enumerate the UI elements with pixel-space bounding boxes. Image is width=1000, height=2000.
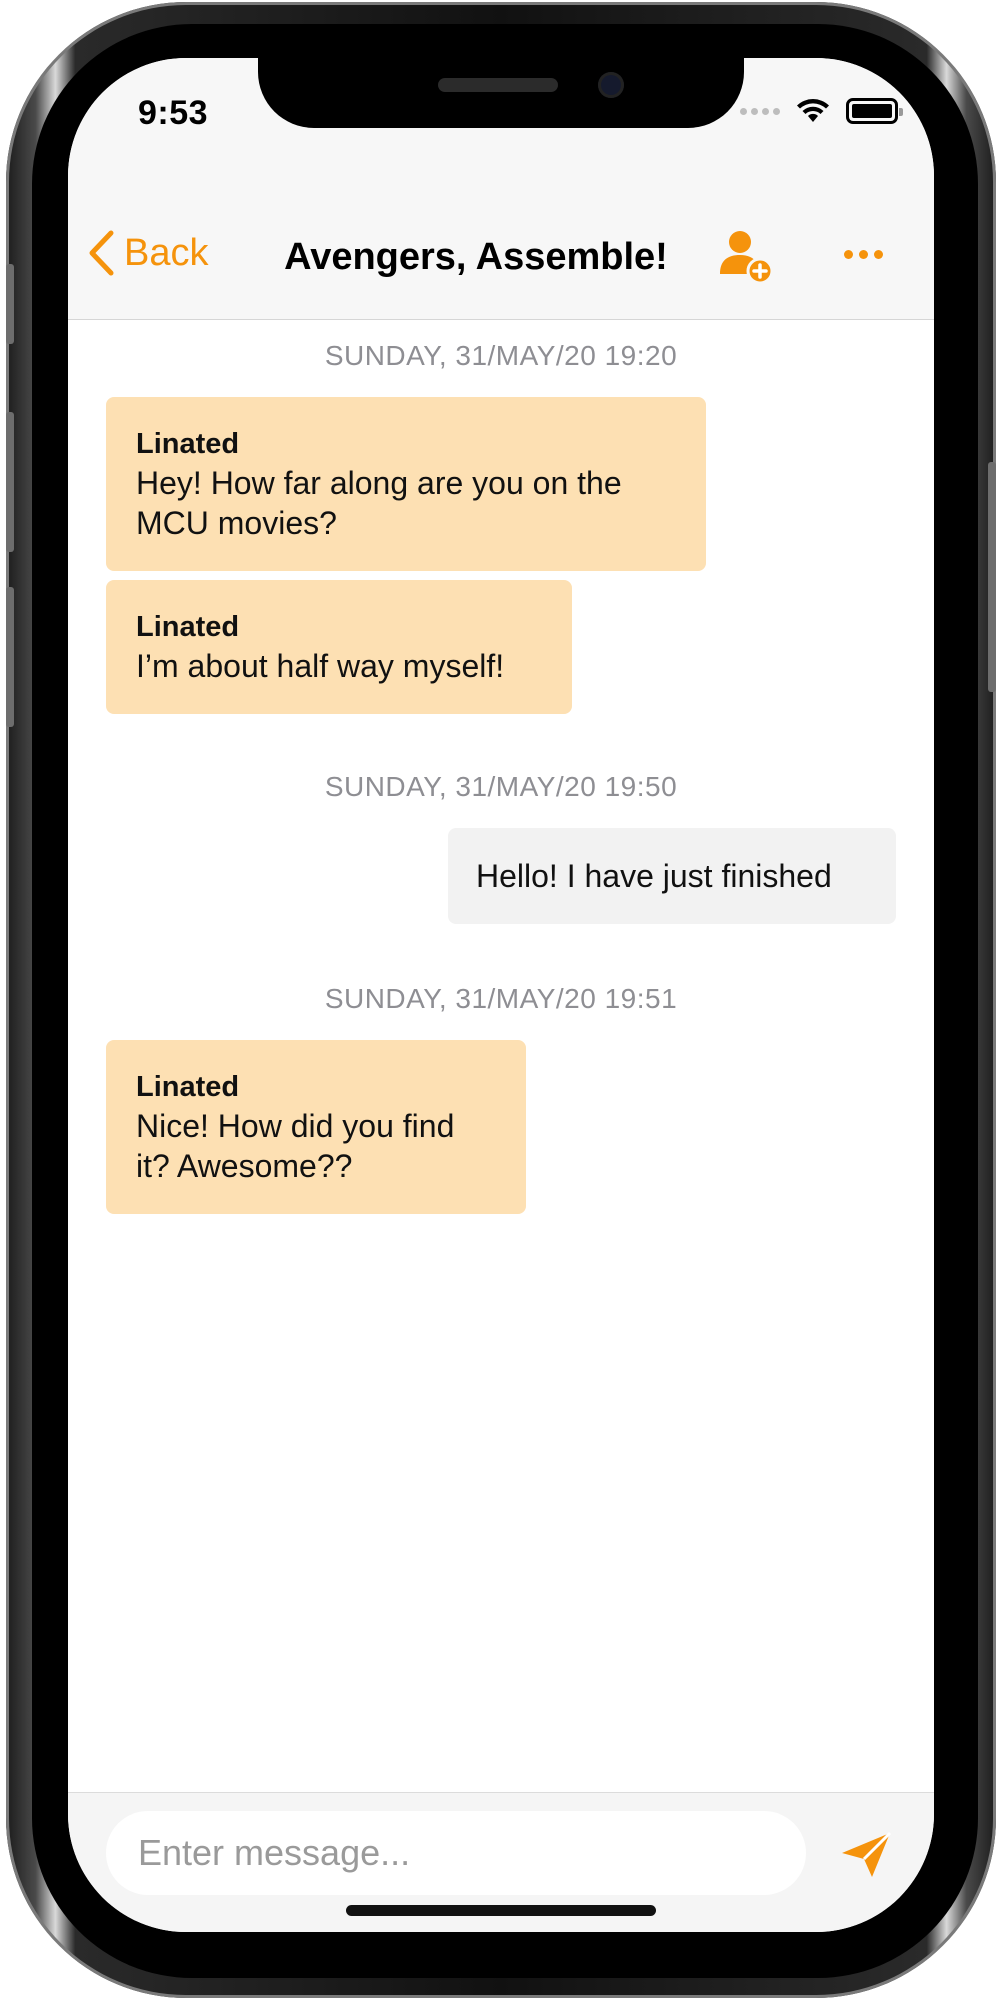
wifi-icon: [797, 99, 829, 122]
message-list[interactable]: SUNDAY, 31/MAY/20 19:20 Linated Hey! How…: [68, 320, 934, 1792]
message-text-line: it? Awesome??: [136, 1148, 353, 1184]
message-text-line: Hey! How far along are you on the: [136, 465, 622, 501]
power-button: [988, 462, 996, 692]
message-bubble-incoming[interactable]: Linated Hey! How far along are you on th…: [106, 397, 706, 571]
cellular-signal-icon: [740, 107, 780, 115]
message-text-line: I’m about half way myself!: [136, 648, 505, 684]
message-text-line: Nice! How did you find: [136, 1108, 455, 1144]
message-bubble-incoming[interactable]: Linated I’m about half way myself!: [106, 580, 572, 714]
status-icons: [740, 98, 903, 124]
timestamp: SUNDAY, 31/MAY/20 19:50: [324, 771, 678, 802]
message-sender: Linated: [136, 428, 240, 460]
chat-title-text: Avengers, Assemble!: [284, 236, 668, 278]
paper-plane-icon[interactable]: [838, 1827, 894, 1883]
mute-switch: [6, 264, 14, 344]
person-add-icon[interactable]: [718, 228, 774, 284]
ellipsis-icon[interactable]: [844, 250, 883, 259]
chat-title: Avengers, Assemble!: [68, 236, 934, 279]
front-camera: [598, 72, 624, 98]
timestamp: SUNDAY, 31/MAY/20 19:20: [324, 340, 678, 371]
status-time: 9:53: [138, 94, 209, 132]
message-text-line: Hello! I have just finished: [476, 858, 832, 894]
camera-notch: [258, 58, 744, 128]
message-bubble-outgoing[interactable]: Hello! I have just finished: [448, 828, 896, 924]
volume-down-button: [6, 587, 14, 727]
message-text-line: MCU movies?: [136, 505, 337, 541]
navigation-bar: Back Avengers, Assemble!: [68, 188, 934, 320]
volume-up-button: [6, 412, 14, 552]
phone-screen: 9:53 Back Avengers, Assemble! SUNDAY, 31…: [68, 58, 934, 1932]
battery-icon: [846, 98, 903, 124]
message-composer: [68, 1792, 934, 1932]
message-bubble-incoming[interactable]: Linated Nice! How did you find it? Aweso…: [106, 1040, 526, 1214]
home-indicator[interactable]: [346, 1905, 656, 1916]
message-input[interactable]: [106, 1811, 806, 1895]
message-sender: Linated: [136, 611, 240, 643]
earpiece-speaker: [438, 78, 558, 92]
message-sender: Linated: [136, 1071, 240, 1103]
timestamp: SUNDAY, 31/MAY/20 19:51: [324, 983, 678, 1014]
